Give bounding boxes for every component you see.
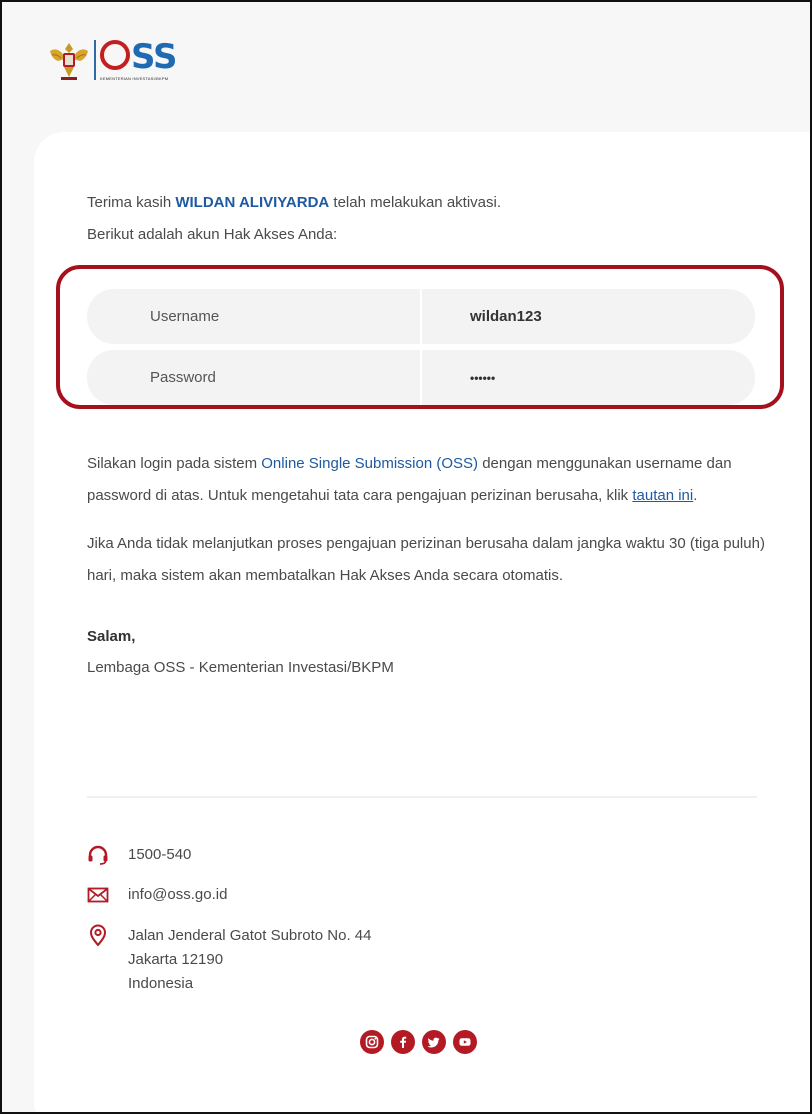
envelope-icon [87, 887, 109, 903]
oss-logo: SS KEMENTERIAN INVESTASI/BKPM [100, 36, 177, 81]
expiry-notice: Jika Anda tidak melanjutkan proses penga… [87, 535, 765, 584]
contact-phone: 1500-540 [87, 844, 587, 866]
signature-greeting: Salam, [87, 628, 136, 645]
username-value: wildan123 [470, 308, 542, 325]
instagram-icon[interactable] [360, 1030, 384, 1054]
password-row: Password •••••• [87, 350, 755, 405]
contact-address: Jalan Jenderal Gatot Subroto No. 44 Jaka… [87, 924, 587, 996]
social-links [360, 1030, 477, 1054]
greeting-line: Terima kasih WILDAN ALIVIYARDA telah mel… [87, 194, 502, 211]
signature-org: Lembaga OSS - Kementerian Investasi/BKPM [87, 659, 394, 676]
headset-icon [88, 845, 108, 865]
garuda-emblem-icon [50, 43, 88, 80]
address-line: Jalan Jenderal Gatot Subroto No. 44 [128, 927, 372, 944]
email-frame: SS KEMENTERIAN INVESTASI/BKPM Terima kas… [0, 0, 812, 1114]
twitter-icon[interactable] [422, 1030, 446, 1054]
password-label: Password [87, 350, 422, 405]
oss-logo-o [100, 39, 130, 70]
username-label: Username [87, 289, 422, 344]
logo-divider [94, 40, 96, 80]
header: SS KEMENTERIAN INVESTASI/BKPM [46, 34, 177, 86]
contact-email: info@oss.go.id [87, 884, 587, 906]
body-text: Silakan login pada sistem Online Single … [87, 448, 777, 684]
phone-number: 1500-540 [128, 846, 192, 863]
address-line: Indonesia [128, 975, 194, 992]
email-card: Terima kasih WILDAN ALIVIYARDA telah mel… [34, 132, 810, 1112]
address-line: Jakarta 12190 [128, 951, 224, 968]
greeting: Terima kasih WILDAN ALIVIYARDA telah mel… [87, 187, 777, 251]
address-text: Jalan Jenderal Gatot Subroto No. 44 Jaka… [128, 924, 372, 996]
map-pin-icon [89, 924, 107, 946]
oss-system-link[interactable]: Online Single Submission (OSS) [261, 455, 478, 472]
login-instructions: Silakan login pada sistem Online Single … [87, 455, 732, 504]
signature: Salam, Lembaga OSS - Kementerian Investa… [87, 622, 777, 684]
tutorial-link[interactable]: tautan ini [632, 487, 693, 504]
facebook-icon[interactable] [391, 1030, 415, 1054]
oss-logo-text: SS [131, 36, 177, 77]
password-value: •••••• [470, 370, 496, 385]
footer-divider [87, 796, 757, 798]
youtube-icon[interactable] [453, 1030, 477, 1054]
user-name: WILDAN ALIVIYARDA [175, 194, 330, 211]
username-row: Username wildan123 [87, 289, 755, 344]
email-address[interactable]: info@oss.go.id [128, 884, 227, 906]
intro-line: Berikut adalah akun Hak Akses Anda: [87, 226, 338, 243]
